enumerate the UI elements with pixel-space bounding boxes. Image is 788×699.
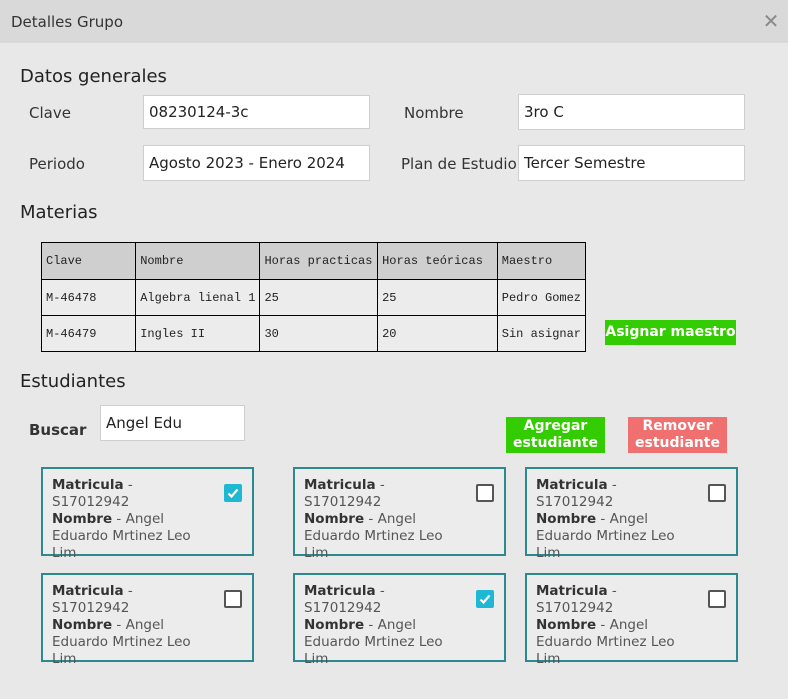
title-bar: Detalles Grupo ✕ [0, 0, 788, 43]
matricula-label: Matricula [52, 477, 124, 493]
nombre-label: Nombre [52, 511, 113, 527]
nombre-label: Nombre [536, 511, 597, 527]
select-checkbox[interactable] [476, 590, 494, 608]
matricula-label: Matricula [536, 583, 608, 599]
student-info: Matricula - S17012942 Nombre - Angel Edu… [536, 477, 675, 561]
search-input[interactable] [100, 405, 245, 441]
estudiantes-heading: Estudiantes [20, 371, 126, 392]
table-cell: Pedro Gomez [496, 279, 587, 316]
assign-teacher-button[interactable]: Asignar maestro [605, 320, 736, 345]
materias-table: Clave Nombre Horas practicas Horas teóri… [40, 242, 587, 352]
select-checkbox[interactable] [224, 590, 242, 608]
remove-student-button[interactable]: Remover estudiante [628, 417, 727, 453]
matricula-label: Matricula [304, 583, 376, 599]
student-card[interactable]: Matricula - S17012942 Nombre - Angel Edu… [41, 467, 254, 561]
select-checkbox[interactable] [708, 484, 726, 502]
student-card[interactable]: Matricula - S17012942 Nombre - Angel Edu… [525, 573, 738, 667]
table-cell: Ingles II [135, 315, 261, 352]
column-header: Maestro [496, 242, 587, 280]
materias-heading: Materias [20, 202, 98, 223]
table-row[interactable]: M-46479 Ingles II 30 20 Sin asignar [40, 315, 587, 352]
student-card[interactable]: Matricula - S17012942 Nombre - Angel Edu… [293, 467, 506, 561]
matricula-value: S17012942 [52, 494, 130, 510]
select-checkbox[interactable] [476, 484, 494, 502]
column-header: Horas teóricas [377, 242, 498, 280]
general-heading: Datos generales [20, 66, 167, 87]
nombre-label: Nombre [536, 617, 597, 633]
table-header-row: Clave Nombre Horas practicas Horas teóri… [40, 242, 587, 280]
table-cell: Sin asignar [496, 315, 587, 352]
student-info: Matricula - S17012942 Nombre - Angel Edu… [304, 477, 443, 561]
clave-field[interactable] [143, 95, 370, 129]
student-info: Matricula - S17012942 Nombre - Angel Edu… [52, 477, 191, 561]
matricula-value: S17012942 [304, 600, 382, 616]
table-cell: M-46478 [40, 279, 137, 316]
search-label: Buscar [29, 421, 87, 439]
plan-label: Plan de Estudio [401, 155, 517, 173]
student-card[interactable]: Matricula - S17012942 Nombre - Angel Edu… [525, 467, 738, 561]
student-card[interactable]: Matricula - S17012942 Nombre - Angel Edu… [293, 573, 506, 667]
table-cell: M-46479 [40, 315, 137, 352]
nombre-field[interactable] [518, 94, 745, 130]
checkmark-icon [479, 594, 491, 605]
column-header: Clave [40, 242, 137, 280]
periodo-label: Periodo [29, 155, 85, 173]
dialog-title: Detalles Grupo [11, 13, 123, 31]
matricula-value: S17012942 [536, 600, 614, 616]
table-cell: 25 [259, 279, 379, 316]
nombre-label: Nombre [304, 511, 365, 527]
checkmark-icon [227, 488, 239, 499]
column-header: Horas practicas [259, 242, 379, 280]
matricula-label: Matricula [304, 477, 376, 493]
table-cell: Algebra lienal 1 [135, 279, 261, 316]
table-row[interactable]: M-46478 Algebra lienal 1 25 25 Pedro Gom… [40, 279, 587, 316]
nombre-label: Nombre [52, 617, 113, 633]
close-icon[interactable]: ✕ [760, 10, 782, 32]
plan-field[interactable] [518, 145, 745, 181]
table-cell: 20 [377, 315, 498, 352]
matricula-value: S17012942 [536, 494, 614, 510]
table-cell: 30 [259, 315, 379, 352]
matricula-value: S17012942 [304, 494, 382, 510]
select-checkbox[interactable] [224, 484, 242, 502]
add-student-button[interactable]: Agregar estudiante [506, 417, 605, 453]
nombre-label: Nombre [404, 104, 464, 122]
matricula-value: S17012942 [52, 600, 130, 616]
nombre-label: Nombre [304, 617, 365, 633]
student-info: Matricula - S17012942 Nombre - Angel Edu… [536, 583, 675, 667]
matricula-label: Matricula [536, 477, 608, 493]
column-header: Nombre [135, 242, 261, 280]
student-card[interactable]: Matricula - S17012942 Nombre - Angel Edu… [41, 573, 254, 667]
table-cell: 25 [377, 279, 498, 316]
clave-label: Clave [29, 104, 71, 122]
matricula-label: Matricula [52, 583, 124, 599]
student-info: Matricula - S17012942 Nombre - Angel Edu… [52, 583, 191, 667]
select-checkbox[interactable] [708, 590, 726, 608]
periodo-field[interactable] [143, 145, 370, 181]
student-info: Matricula - S17012942 Nombre - Angel Edu… [304, 583, 443, 667]
